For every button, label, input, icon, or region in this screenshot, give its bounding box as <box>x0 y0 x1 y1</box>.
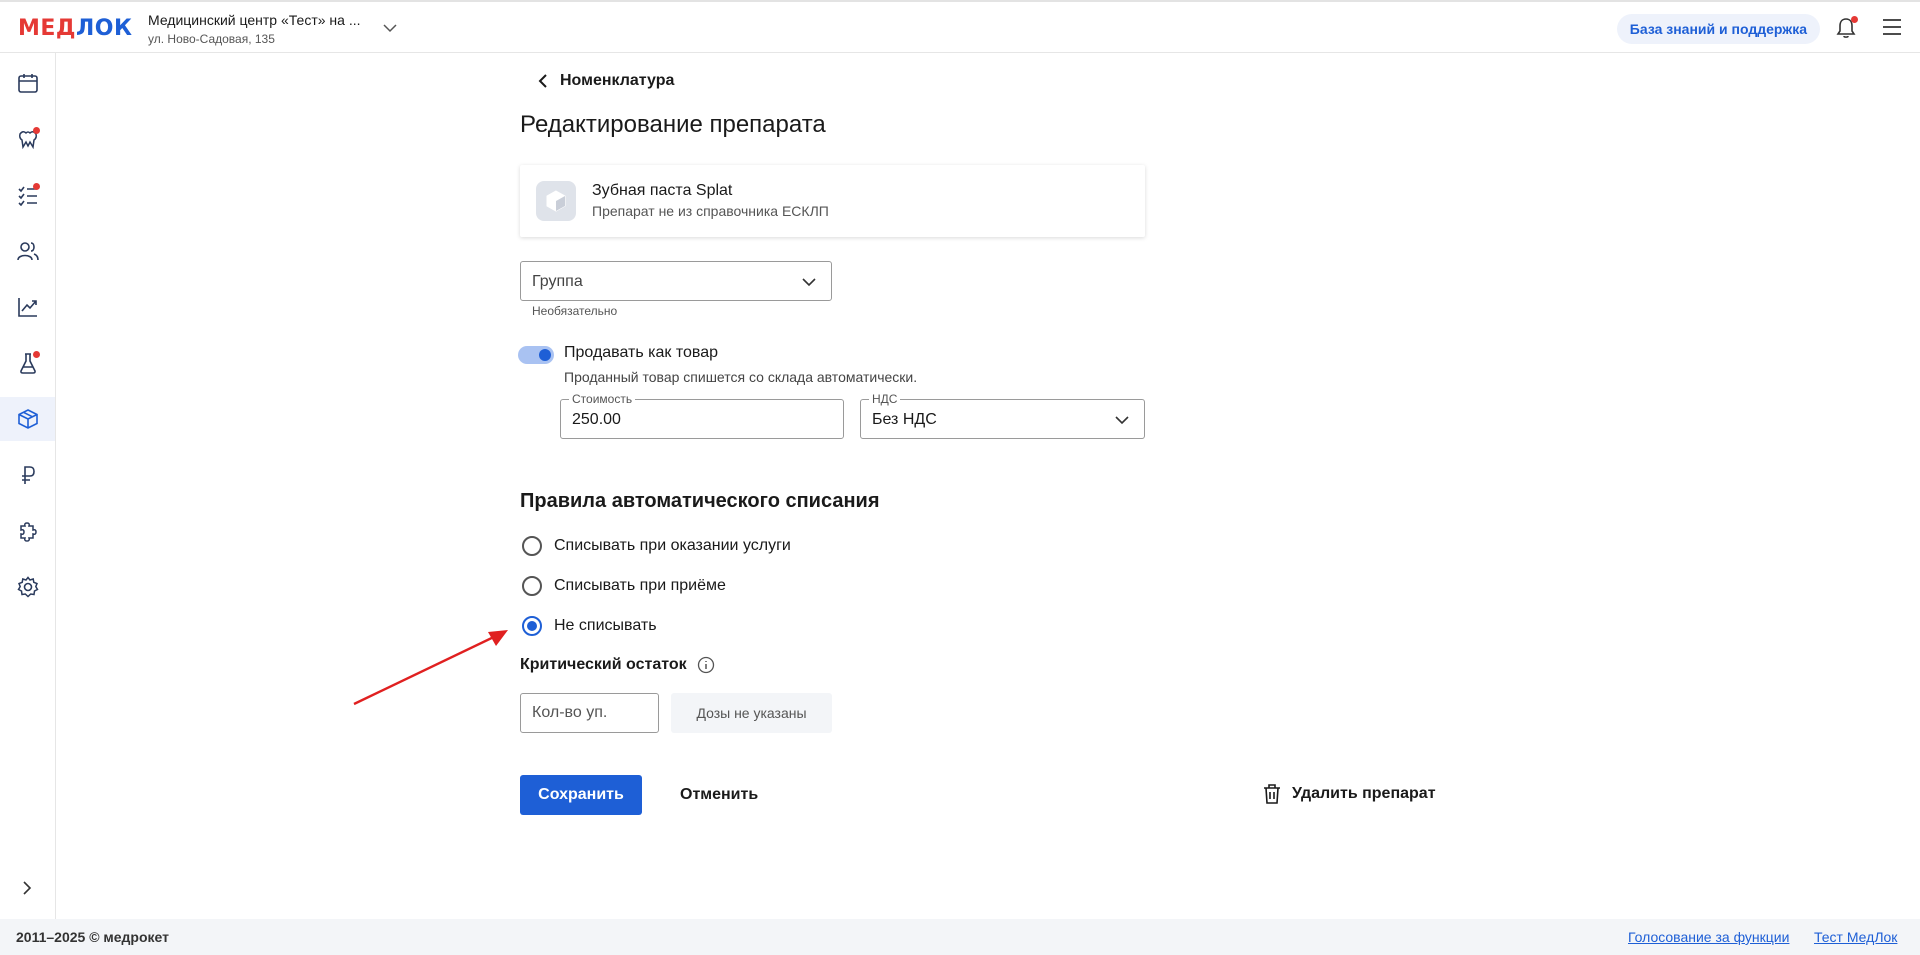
chart-icon <box>17 298 37 317</box>
calendar-icon <box>17 74 38 93</box>
critical-stock-label: Критический остаток <box>520 656 687 673</box>
hamburger-menu-icon[interactable] <box>1882 18 1902 36</box>
notifications-button[interactable] <box>1834 16 1858 45</box>
product-subtitle: Препарат не из справочника ЕСКЛП <box>592 203 829 219</box>
logo-part-2: ЛОК <box>76 16 133 41</box>
logo[interactable]: МЕДЛОК <box>18 16 132 41</box>
save-button[interactable]: Сохранить <box>520 775 642 815</box>
radio-label: Списывать при оказании услуги <box>554 537 791 554</box>
footer: 2011–2025 © медрокет Голосование за функ… <box>0 919 1920 955</box>
puzzle-icon <box>19 522 37 542</box>
critical-quantity-input[interactable] <box>520 693 659 733</box>
back-link-label: Номенклатура <box>560 72 675 89</box>
trash-icon <box>1264 784 1280 804</box>
group-hint: Необязательно <box>532 304 618 318</box>
top-header: МЕДЛОК Медицинский центр «Тест» на ... у… <box>0 0 1920 53</box>
sidebar-item-finance[interactable] <box>0 453 55 497</box>
group-select[interactable]: Группа <box>520 261 832 301</box>
toggle-knob <box>539 349 551 361</box>
cost-field-value: 250.00 <box>572 411 621 428</box>
users-icon <box>16 242 39 261</box>
sidebar-item-tasks[interactable] <box>0 173 55 217</box>
radio-button[interactable] <box>522 536 542 556</box>
copyright: 2011–2025 © медрокет <box>16 929 169 945</box>
chevron-left-icon <box>538 74 547 88</box>
logo-part-1: МЕД <box>18 16 77 41</box>
clinic-name: Медицинский центр «Тест» на ... <box>148 12 361 28</box>
sell-as-product-hint: Проданный товар спишется со склада автом… <box>564 369 918 385</box>
delete-product-label: Удалить препарат <box>1292 785 1436 802</box>
product-card: Зубная паста Splat Препарат не из справо… <box>520 165 1145 237</box>
cancel-button[interactable]: Отменить <box>680 786 758 804</box>
gear-icon <box>16 576 39 598</box>
notification-badge <box>1851 16 1858 23</box>
sidebar-badge <box>33 127 40 134</box>
box-icon <box>546 190 566 212</box>
delete-product-button[interactable]: Удалить препарат <box>1262 783 1436 805</box>
sidebar-item-lab[interactable] <box>0 341 55 385</box>
radio-option-none[interactable]: Не списывать <box>522 616 657 636</box>
sidebar-item-integrations[interactable] <box>0 509 55 553</box>
clinic-selector[interactable]: Медицинский центр «Тест» на ... ул. Ново… <box>148 12 360 46</box>
rules-title: Правила автоматического списания <box>520 490 880 512</box>
sell-as-product-label: Продавать как товар <box>564 344 719 361</box>
sidebar-badge <box>33 351 40 358</box>
chevron-down-icon[interactable] <box>382 20 398 36</box>
radio-button-checked[interactable] <box>522 616 542 636</box>
group-select-value: Группа <box>532 273 583 290</box>
test-medlok-link[interactable]: Тест МедЛок <box>1814 929 1897 945</box>
radio-option-appointment[interactable]: Списывать при приёме <box>522 576 726 596</box>
cost-field-label: Стоимость <box>569 392 636 406</box>
sidebar-item-calendar[interactable] <box>0 61 55 105</box>
page-title: Редактирование препарата <box>520 111 826 138</box>
sidebar-item-dental[interactable] <box>0 117 55 161</box>
sidebar-badge <box>33 183 40 190</box>
vat-select-label: НДС <box>869 392 901 406</box>
radio-option-service[interactable]: Списывать при оказании услуги <box>522 536 791 556</box>
sell-as-product-toggle[interactable] <box>518 346 554 364</box>
cost-field[interactable]: Стоимость 250.00 <box>560 392 844 439</box>
chevron-down-icon <box>802 278 816 287</box>
back-link[interactable]: Номенклатура <box>536 72 674 90</box>
critical-stock-title: Критический остаток <box>520 656 715 674</box>
annotation-arrow-icon <box>353 630 508 706</box>
sidebar-item-warehouse[interactable] <box>0 397 55 441</box>
radio-button[interactable] <box>522 576 542 596</box>
sidebar-item-analytics[interactable] <box>0 285 55 329</box>
product-name: Зубная паста Splat <box>592 182 733 199</box>
feature-voting-link[interactable]: Голосование за функции <box>1628 929 1789 945</box>
clinic-address: ул. Ново-Садовая, 135 <box>148 32 275 46</box>
expand-sidebar-icon[interactable] <box>18 879 36 897</box>
doses-button[interactable]: Дозы не указаны <box>671 693 832 733</box>
box-icon <box>17 409 38 429</box>
chevron-down-icon <box>1115 416 1129 425</box>
radio-label: Списывать при приёме <box>554 577 726 594</box>
sidebar-item-settings[interactable] <box>0 565 55 609</box>
sidebar-item-patients[interactable] <box>0 229 55 273</box>
info-icon[interactable] <box>697 656 715 674</box>
radio-label: Не списывать <box>554 617 657 634</box>
ruble-icon <box>21 466 35 484</box>
vat-select[interactable]: НДС Без НДС <box>860 392 1145 439</box>
knowledge-base-button[interactable]: База знаний и поддержка <box>1616 14 1820 44</box>
vat-select-value: Без НДС <box>872 411 937 428</box>
product-icon <box>536 181 576 221</box>
sidebar <box>0 53 56 919</box>
